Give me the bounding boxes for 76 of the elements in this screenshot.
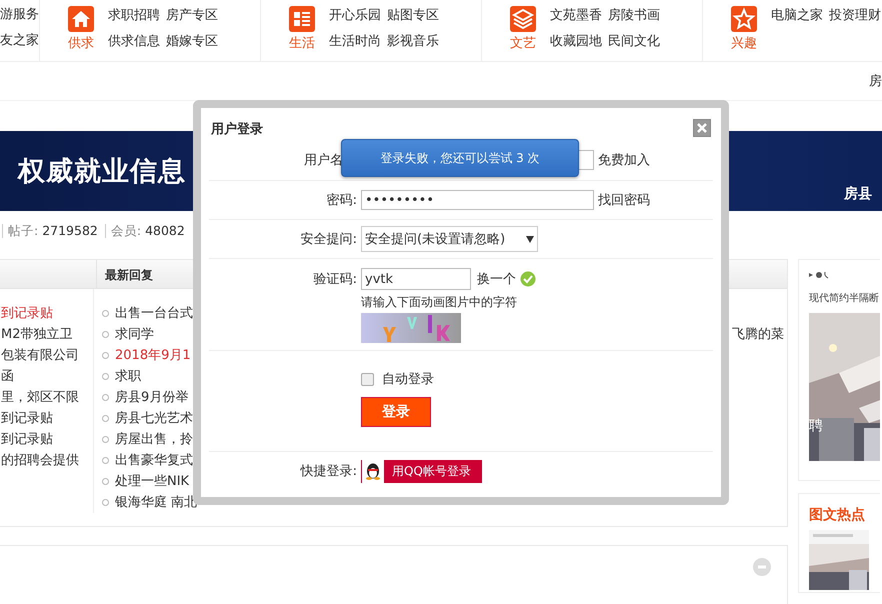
stat-label: 帖子: bbox=[8, 223, 38, 238]
nav-link[interactable]: 投资理财 bbox=[829, 6, 881, 24]
nav-link[interactable]: 友之家 bbox=[0, 31, 39, 49]
post-link[interactable]: 到记录贴 bbox=[1, 432, 53, 447]
post-link[interactable]: 求职 bbox=[115, 366, 141, 387]
post-link[interactable]: 飞腾的菜 bbox=[732, 327, 784, 342]
nav-link[interactable]: 贴图专区 bbox=[387, 6, 439, 24]
nav-category[interactable]: 兴趣 bbox=[731, 34, 757, 52]
caret-icon bbox=[526, 236, 534, 242]
captcha-hint: 请输入下面动画图片中的字符 bbox=[361, 294, 518, 311]
column-heading: 最新回复 bbox=[104, 267, 153, 284]
register-link[interactable]: 免费加入 bbox=[598, 151, 650, 169]
post-link[interactable]: 包装有限公司 bbox=[1, 348, 79, 363]
close-button[interactable] bbox=[693, 119, 711, 137]
nav-link[interactable]: 民间文化 bbox=[608, 32, 660, 50]
nav-link[interactable]: 电脑之家 bbox=[771, 6, 823, 24]
layers-icon[interactable] bbox=[510, 6, 536, 32]
post-link[interactable]: 函 bbox=[1, 369, 14, 384]
post-link[interactable]: 到记录贴 bbox=[1, 306, 53, 321]
stat-value: 48082 bbox=[145, 223, 185, 238]
image-caption: 现代简约半隔断 bbox=[809, 292, 880, 305]
nav-link[interactable]: 生活时尚 bbox=[329, 32, 381, 50]
security-question-select[interactable]: 安全提问(未设置请忽略) bbox=[361, 226, 538, 252]
post-link[interactable]: 求同学 bbox=[115, 324, 154, 345]
nav-link[interactable]: 影视音乐 bbox=[387, 32, 439, 50]
section-title: 图文热点 bbox=[809, 506, 866, 524]
image-overlay-text: 聘 bbox=[809, 417, 823, 435]
refresh-captcha-link[interactable]: 换一个 bbox=[477, 270, 516, 288]
nav-link[interactable]: 文苑墨香 bbox=[550, 6, 602, 24]
banner-headline: 权威就业信息 bbox=[18, 155, 186, 189]
nav-link[interactable]: 房产专区 bbox=[166, 6, 218, 24]
password-field[interactable]: ••••••••• bbox=[361, 190, 594, 210]
check-icon[interactable] bbox=[520, 271, 536, 287]
nav-link[interactable]: 开心乐园 bbox=[329, 6, 381, 24]
close-icon bbox=[696, 122, 708, 134]
post-link[interactable]: 房县9月份举 bbox=[115, 387, 188, 408]
post-link[interactable]: 处理一些NIK bbox=[115, 471, 190, 492]
field-label: 安全提问: bbox=[300, 231, 357, 248]
nav-category[interactable]: 生活 bbox=[289, 34, 315, 52]
nav-category[interactable]: 文艺 bbox=[510, 34, 536, 52]
stat-value: 2719582 bbox=[42, 223, 98, 238]
house-icon[interactable] bbox=[68, 6, 94, 32]
toolbar-icons-drawing bbox=[809, 271, 829, 279]
field-label: 密码: bbox=[326, 192, 357, 209]
post-link[interactable]: 的招聘会提供 bbox=[1, 453, 79, 468]
error-toast: 登录失败，您还可以尝试 3 次 bbox=[341, 139, 579, 177]
penguin-icon bbox=[365, 462, 381, 480]
nav-link[interactable]: 供求信息 bbox=[108, 32, 160, 50]
post-link[interactable]: 里，郊区不限 bbox=[1, 390, 79, 405]
nav-link[interactable]: 游服务 bbox=[0, 5, 39, 23]
list-icon[interactable] bbox=[289, 6, 315, 32]
checkbox[interactable] bbox=[361, 372, 374, 386]
banner-location: 房县 bbox=[844, 185, 873, 204]
post-link[interactable]: 房屋出售，拎 bbox=[115, 429, 193, 450]
field-label: 快捷登录: bbox=[299, 463, 357, 480]
post-link[interactable]: M2带独立卫 bbox=[1, 327, 72, 342]
header-link[interactable]: 房 bbox=[869, 72, 882, 90]
qq-login-button[interactable]: 用QQ帐号登录 bbox=[361, 460, 482, 482]
post-link[interactable]: 出售豪华复式 bbox=[115, 450, 193, 471]
post-link[interactable]: 2018年9月1 bbox=[115, 345, 191, 366]
post-link[interactable]: 到记录贴 bbox=[1, 411, 53, 426]
dialog-title: 用户登录 bbox=[210, 120, 263, 138]
nav-link[interactable]: 收藏园地 bbox=[550, 32, 602, 50]
forgot-password-link[interactable]: 找回密码 bbox=[598, 191, 650, 209]
field-label: 用户名 bbox=[303, 152, 344, 169]
stat-label: 会员: bbox=[110, 223, 142, 238]
star-icon[interactable] bbox=[731, 6, 757, 32]
captcha-field[interactable]: yvtk bbox=[361, 268, 471, 290]
field-label: 验证码: bbox=[312, 271, 357, 288]
checkbox-label[interactable]: 自动登录 bbox=[382, 370, 434, 388]
nav-category[interactable]: 供求 bbox=[68, 34, 94, 52]
post-link[interactable]: 出售一台台式 bbox=[115, 303, 193, 324]
nav-link[interactable]: 房陵书画 bbox=[608, 6, 660, 24]
nav-link[interactable]: 婚嫁专区 bbox=[166, 32, 218, 50]
nav-link[interactable]: 求职招聘 bbox=[108, 6, 160, 24]
post-link[interactable]: 房县七光艺术 bbox=[115, 408, 193, 429]
